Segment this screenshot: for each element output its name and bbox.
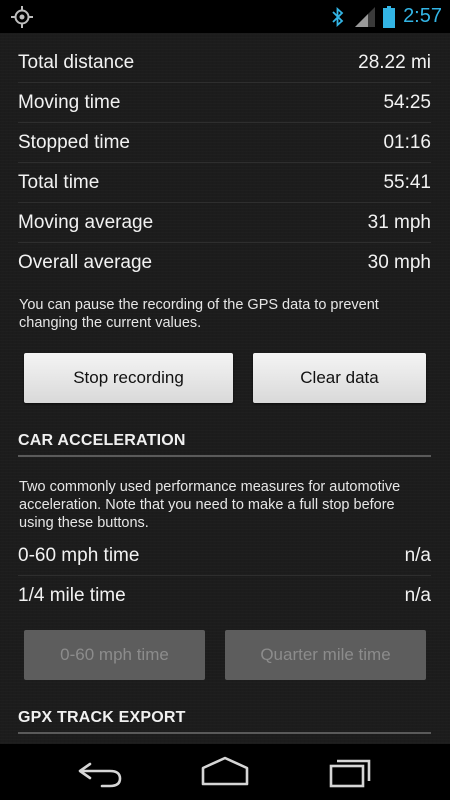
stat-row-moving-average: Moving average 31 mph	[18, 203, 431, 243]
back-icon[interactable]	[76, 754, 126, 790]
stat-row-overall-average: Overall average 30 mph	[18, 243, 431, 283]
signal-icon	[355, 6, 376, 27]
stat-row-total-distance: Total distance 28.22 mi	[18, 43, 431, 83]
section-header-car-acceleration: CAR ACCELERATION	[18, 427, 431, 457]
stat-label: Moving time	[18, 91, 121, 113]
stop-recording-button[interactable]: Stop recording	[24, 353, 233, 403]
stat-label: Total distance	[18, 51, 135, 73]
gps-icon	[11, 6, 33, 28]
screen: 2:57 Total distance 28.22 mi Moving time…	[0, 0, 450, 800]
bluetooth-icon	[332, 6, 344, 27]
stat-label: Total time	[18, 171, 100, 193]
stat-value: 55:41	[383, 171, 431, 193]
home-icon[interactable]	[200, 754, 250, 790]
stat-row-moving-time: Moving time 54:25	[18, 83, 431, 123]
stat-value: 54:25	[383, 91, 431, 113]
stat-label: 1/4 mile time	[18, 585, 126, 606]
stat-row-quarter-mile-time: 1/4 mile time n/a	[18, 576, 431, 616]
clear-data-button[interactable]: Clear data	[253, 353, 426, 403]
stat-value: 30 mph	[367, 252, 431, 273]
stat-value: 28.22 mi	[358, 51, 431, 73]
zero-to-sixty-button[interactable]: 0-60 mph time	[24, 630, 205, 680]
quarter-mile-button[interactable]: Quarter mile time	[225, 630, 426, 680]
stat-label: Overall average	[18, 252, 153, 273]
navigation-bar	[0, 744, 450, 800]
stat-value: 31 mph	[367, 211, 431, 233]
battery-icon	[383, 5, 396, 28]
stat-label: Moving average	[18, 211, 154, 233]
recent-apps-icon[interactable]	[325, 754, 375, 790]
stat-value: n/a	[404, 585, 431, 606]
section-header-gpx-track-export: GPX TRACK EXPORT	[18, 704, 431, 734]
recording-note: You can pause the recording of the GPS d…	[19, 297, 379, 331]
stat-row-0-60-time: 0-60 mph time n/a	[18, 536, 431, 576]
stat-value: 01:16	[383, 131, 431, 153]
stat-value: n/a	[404, 544, 431, 566]
stat-row-total-time: Total time 55:41	[18, 163, 431, 203]
status-bar: 2:57	[0, 0, 450, 33]
main-content[interactable]: Total distance 28.22 mi Moving time 54:2…	[0, 33, 450, 744]
stat-label: 0-60 mph time	[18, 544, 140, 566]
stat-row-stopped-time: Stopped time 01:16	[18, 123, 431, 163]
stat-label: Stopped time	[18, 131, 130, 153]
acceleration-note: Two commonly used performance measures f…	[19, 479, 401, 531]
status-clock: 2:57	[403, 5, 442, 27]
